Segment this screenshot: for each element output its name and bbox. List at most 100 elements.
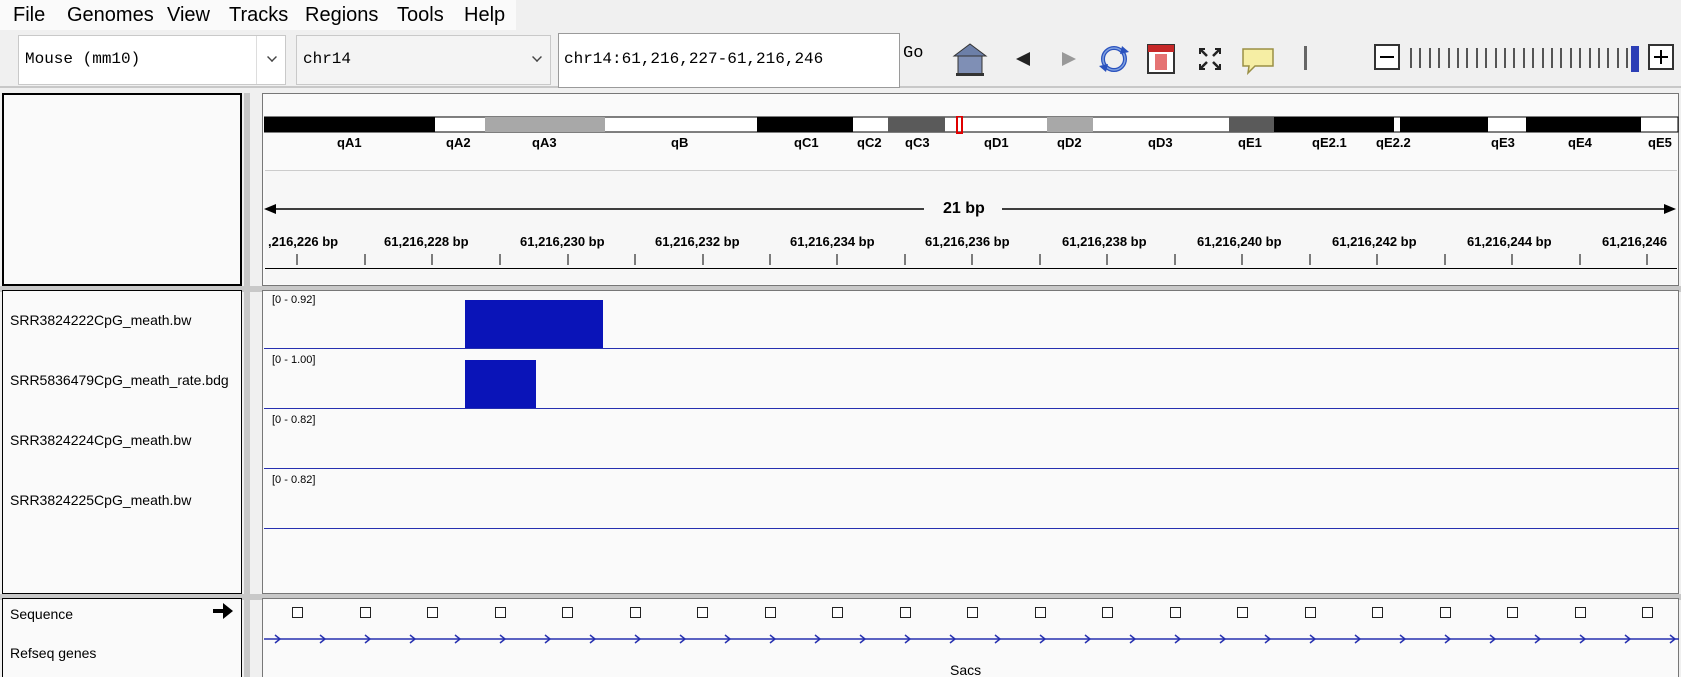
band-label: qC2 — [857, 135, 882, 150]
track-baseline — [264, 468, 1679, 469]
sequence-base[interactable] — [292, 607, 303, 618]
band-label: qD1 — [984, 135, 1009, 150]
zoom-tick — [1626, 48, 1629, 68]
zoom-tick — [1541, 48, 1544, 68]
track-range: [0 - 0.92] — [272, 294, 316, 306]
sequence-base[interactable] — [1102, 607, 1113, 618]
sequence-base[interactable] — [1372, 607, 1383, 618]
sequence-base[interactable] — [1439, 607, 1451, 618]
refresh-icon[interactable] — [1096, 40, 1132, 78]
track-baseline — [264, 348, 1679, 349]
zoom-tick — [1447, 48, 1450, 68]
genome-value: Mouse (mm10) — [25, 50, 141, 68]
ruler-tick-label: 61,216,234 bp — [790, 234, 875, 249]
sequence-base[interactable] — [427, 607, 438, 618]
sequence-base[interactable] — [899, 607, 911, 618]
menu-view[interactable]: View — [167, 3, 210, 27]
sequence-base[interactable] — [1642, 607, 1653, 618]
sequence-base[interactable] — [1034, 607, 1046, 618]
ruler-tick-label: 61,216,240 bp — [1197, 234, 1282, 249]
sequence-base[interactable] — [697, 607, 708, 618]
track-range: [0 - 0.82] — [272, 414, 316, 426]
menu-tracks[interactable]: Tracks — [229, 3, 288, 27]
methylation-bar[interactable] — [465, 300, 603, 348]
zoom-tick — [1607, 48, 1610, 68]
back-arrow-icon[interactable] — [1006, 40, 1042, 78]
band-label: qE5 — [1648, 135, 1672, 150]
track-name[interactable]: SRR3824224CpG_meath.bw — [10, 432, 191, 448]
band-label: qD3 — [1148, 135, 1173, 150]
sequence-base[interactable] — [1574, 607, 1586, 618]
menu-help[interactable]: Help — [464, 3, 505, 27]
refseq-gene-feature[interactable] — [264, 632, 1679, 646]
track-name[interactable]: SRR5836479CpG_meath_rate.bdg — [10, 372, 229, 388]
sequence-base[interactable] — [764, 607, 776, 618]
zoom-slider-track[interactable] — [1410, 48, 1634, 68]
ruler-ticks — [296, 254, 1648, 265]
ruler-tick-label: 61,216,230 bp — [520, 234, 605, 249]
panel-divider[interactable] — [244, 290, 250, 594]
sequence-base[interactable] — [359, 607, 371, 618]
span-label: 21 bp — [943, 200, 985, 217]
resize-icon[interactable] — [1192, 40, 1228, 78]
band-label: qE1 — [1238, 135, 1262, 150]
locus-input[interactable]: chr14:61,216,227-61,216,246 — [558, 33, 900, 88]
chromosome-ideogram[interactable] — [264, 116, 1679, 134]
zoom-tick — [1494, 48, 1497, 68]
genome-dropdown[interactable]: Mouse (mm10) — [18, 35, 286, 85]
arrow-right-icon[interactable] — [211, 602, 235, 620]
sequence-base[interactable] — [629, 607, 641, 618]
region-navigator-icon[interactable] — [1143, 40, 1179, 78]
zoom-tick — [1588, 48, 1591, 68]
sequence-base[interactable] — [1237, 607, 1248, 618]
zoom-in-button[interactable] — [1648, 44, 1674, 70]
sequence-base[interactable] — [1507, 607, 1518, 618]
speech-bubble-icon[interactable] — [1240, 40, 1276, 78]
sequence-base[interactable] — [832, 607, 843, 618]
menu-file[interactable]: File — [13, 3, 45, 27]
gene-name-label: Sacs — [950, 662, 982, 677]
zoom-tick — [1438, 48, 1441, 68]
zoom-tick — [1485, 48, 1488, 68]
toolbar: Mouse (mm10) chr14 chr14:61,216,227-61,2… — [0, 30, 1681, 88]
band-label: qE4 — [1568, 135, 1592, 150]
ruler-tick-label: 61,216,246 — [1602, 234, 1668, 249]
zoom-tick — [1522, 48, 1525, 68]
ruler-tick-label: 61,216,238 bp — [1062, 234, 1147, 249]
ruler-tick-label: 61,216,232 bp — [655, 234, 740, 249]
locus-value: chr14:61,216,227-61,216,246 — [564, 50, 824, 68]
sequence-base[interactable] — [562, 607, 573, 618]
zoom-tick — [1475, 48, 1478, 68]
sequence-track-label[interactable]: Sequence — [10, 606, 73, 622]
ruler-tick-label: 61,216,242 bp — [1332, 234, 1417, 249]
menu-genomes[interactable]: Genomes — [67, 3, 154, 27]
chevron-down-icon — [532, 52, 542, 62]
zoom-tick — [1532, 48, 1535, 68]
menu-tools[interactable]: Tools — [397, 3, 444, 27]
zoom-tick — [1579, 48, 1582, 68]
sequence-base[interactable] — [967, 607, 978, 618]
toolbar-separator — [1304, 46, 1307, 70]
zoom-slider-thumb[interactable] — [1631, 46, 1639, 72]
forward-arrow-icon[interactable] — [1050, 40, 1086, 78]
methylation-bar[interactable] — [465, 360, 536, 408]
track-name[interactable]: SRR3824222CpG_meath.bw — [10, 312, 191, 328]
zoom-tick — [1551, 48, 1553, 68]
zoom-out-button[interactable] — [1374, 44, 1400, 70]
ruler-tick-label: ,216,226 bp — [268, 234, 339, 249]
refseq-track-label[interactable]: Refseq genes — [10, 645, 96, 661]
track-name[interactable]: SRR3824225CpG_meath.bw — [10, 492, 191, 508]
panel-divider[interactable] — [244, 598, 250, 677]
sequence-base[interactable] — [1304, 607, 1316, 618]
sequence-base[interactable] — [494, 607, 506, 618]
go-button[interactable]: Go — [903, 44, 923, 63]
chromosome-dropdown[interactable]: chr14 — [296, 35, 551, 85]
menu-regions[interactable]: Regions — [305, 3, 378, 27]
header-name-panel — [2, 93, 242, 286]
band-label: qA3 — [532, 135, 557, 150]
track-range: [0 - 1.00] — [272, 354, 316, 366]
ruler-tick-label: 61,216,236 bp — [925, 234, 1010, 249]
home-icon[interactable] — [952, 40, 988, 78]
panel-divider[interactable] — [244, 93, 250, 286]
sequence-base[interactable] — [1169, 607, 1181, 618]
